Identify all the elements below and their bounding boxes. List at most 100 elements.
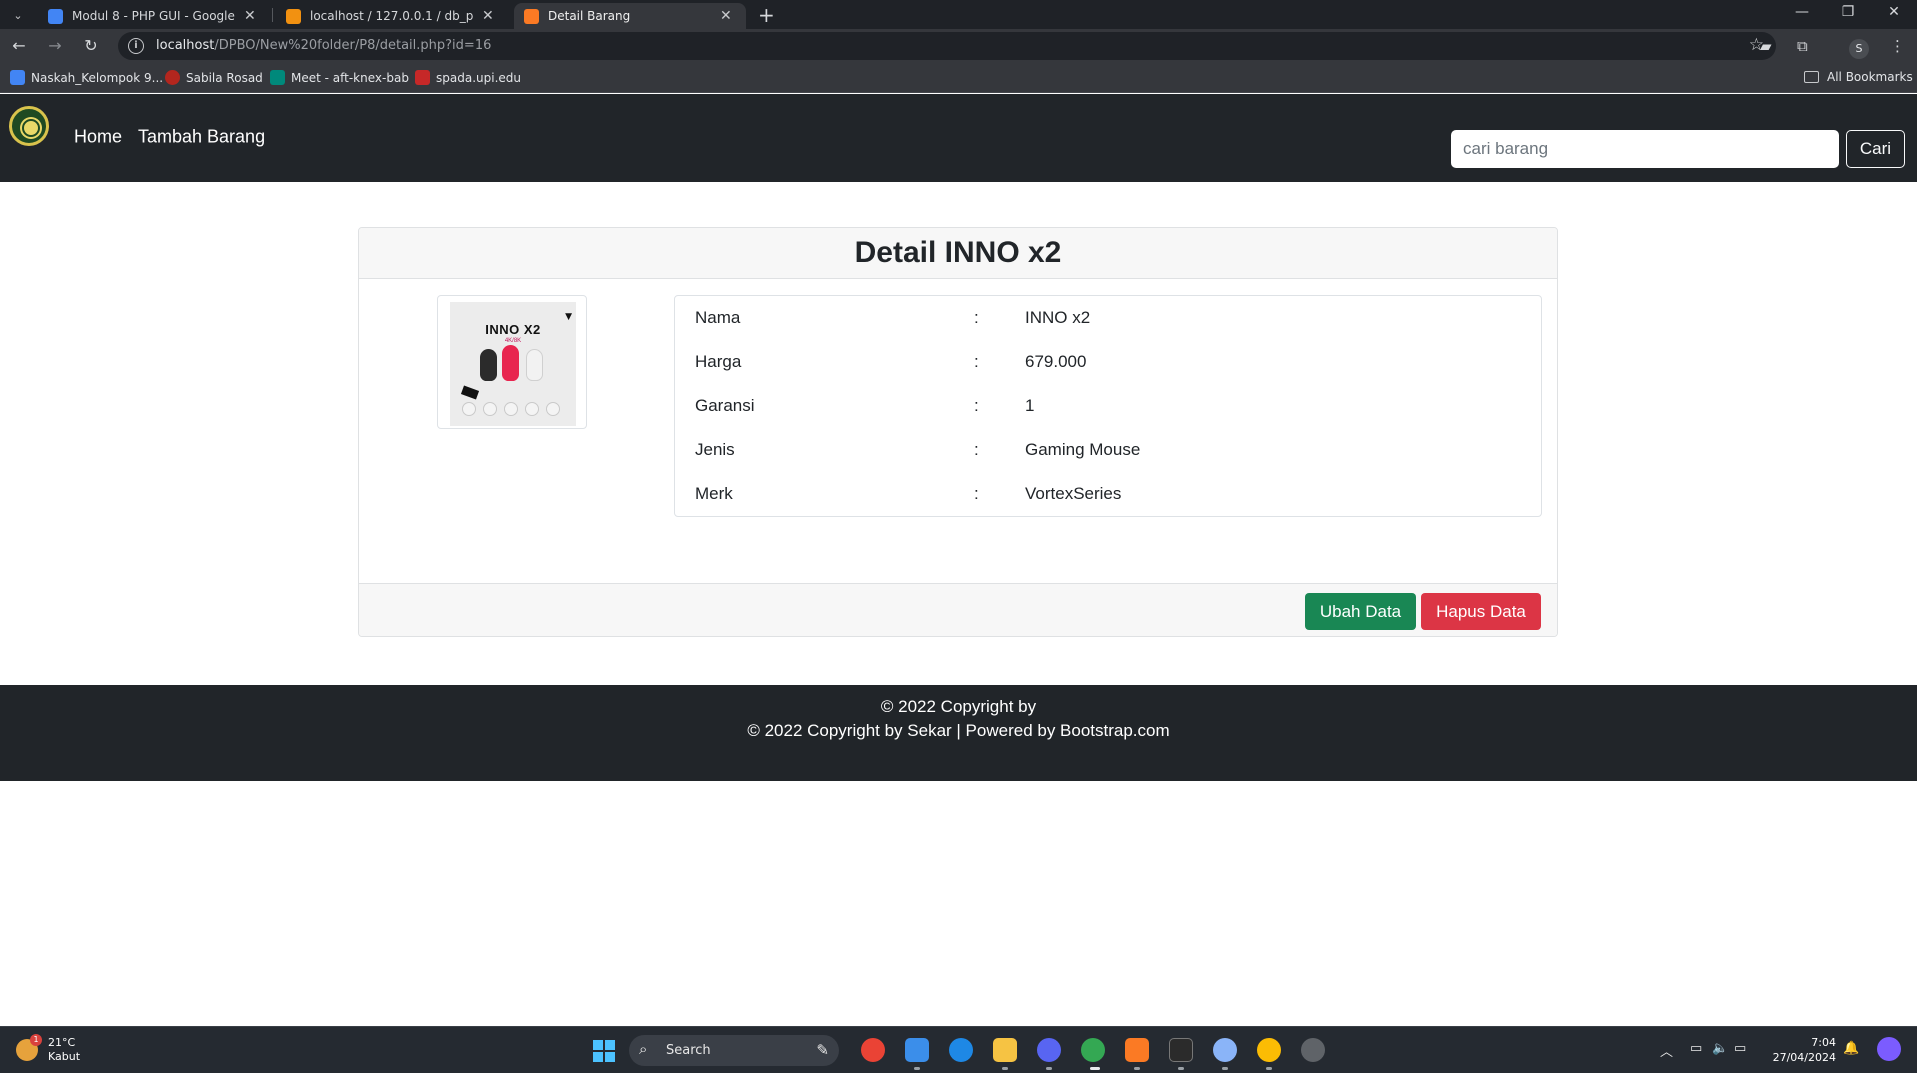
- xampp-app-icon[interactable]: [1125, 1038, 1149, 1062]
- row-value: 679.000: [1025, 352, 1087, 371]
- white-mouse-graphic: [526, 349, 543, 381]
- start-windows-icon[interactable]: [593, 1040, 615, 1062]
- bookmark-naskah[interactable]: Naskah_Kelompok 9...: [10, 70, 163, 85]
- url-text[interactable]: localhost/DPBO/New%20folder/P8/detail.ph…: [156, 38, 491, 53]
- bookmark-favicon-icon: [165, 70, 180, 85]
- url-path: /DPBO/New%20folder/P8/detail.php?id=16: [214, 38, 492, 53]
- copilot-icon[interactable]: [1877, 1037, 1901, 1061]
- detail-table: Nama : INNO x2 Harga : 679.000 Garansi :…: [674, 295, 1542, 517]
- site-footer: © 2022 Copyright by © 2022 Copyright by …: [0, 685, 1917, 781]
- browser-tab-google-docs[interactable]: Modul 8 - PHP GUI - Google Do ✕: [38, 3, 266, 29]
- bookmark-sabila[interactable]: Sabila Rosad: [165, 70, 263, 85]
- browser-tab-detail-barang[interactable]: Detail Barang ✕: [514, 3, 746, 29]
- dongle-graphic: [460, 385, 480, 400]
- running-indicator: [1134, 1067, 1140, 1070]
- chrome-alt-app-icon[interactable]: [1257, 1038, 1281, 1062]
- extension-icon[interactable]: ▰: [1760, 37, 1772, 55]
- url-host: localhost: [156, 38, 215, 53]
- close-tab-icon[interactable]: ✕: [482, 8, 494, 24]
- chrome-profile-app-icon[interactable]: [1081, 1038, 1105, 1062]
- restore-window-icon[interactable]: ❐: [1828, 4, 1868, 20]
- table-row: Merk : VortexSeries: [675, 472, 1541, 516]
- phpmyadmin-favicon-icon: [286, 8, 301, 24]
- tab-search-chevron-icon[interactable]: ⌄: [8, 5, 28, 25]
- browser-tab-phpmyadmin[interactable]: localhost / 127.0.0.1 / db_periph ✕: [276, 3, 504, 29]
- spada-bookmark-icon: [415, 70, 430, 85]
- volume-icon[interactable]: 🔈: [1712, 1041, 1728, 1056]
- settings-gear-icon[interactable]: [1213, 1038, 1237, 1062]
- active-indicator: [1090, 1067, 1100, 1070]
- notification-bell-icon[interactable]: 🔔: [1843, 1041, 1859, 1056]
- card-footer: Ubah Data Hapus Data: [359, 583, 1557, 636]
- taskbar-search-label: Search: [666, 1043, 711, 1058]
- battery-icon[interactable]: ▭: [1734, 1041, 1746, 1056]
- taskbar-clock[interactable]: 7:04 27/04/2024: [1762, 1035, 1836, 1065]
- browser-tab-strip: ⌄ Modul 8 - PHP GUI - Google Do ✕ localh…: [0, 0, 1917, 29]
- image-triangle-icon: ▼: [565, 312, 572, 322]
- running-indicator: [1002, 1067, 1008, 1070]
- row-separator: :: [974, 484, 979, 503]
- address-bar[interactable]: i localhost/DPBO/New%20folder/P8/detail.…: [118, 32, 1776, 60]
- feature-badge-icon: [525, 402, 539, 416]
- minimize-window-icon[interactable]: —: [1782, 4, 1822, 20]
- black-mouse-graphic: [480, 349, 497, 381]
- reload-icon[interactable]: ↻: [80, 35, 102, 57]
- table-row: Nama : INNO x2: [675, 296, 1541, 340]
- weather-desc: Kabut: [48, 1050, 81, 1063]
- row-value: Gaming Mouse: [1025, 440, 1141, 459]
- close-tab-icon[interactable]: ✕: [720, 8, 732, 24]
- search-icon: ⌕: [639, 1040, 648, 1058]
- file-explorer-app-icon[interactable]: [993, 1038, 1017, 1062]
- footer-credit-line: © 2022 Copyright by Sekar | Powered by B…: [747, 721, 1170, 740]
- edit-data-button[interactable]: Ubah Data: [1305, 593, 1416, 630]
- close-window-icon[interactable]: ✕: [1874, 4, 1914, 20]
- browser-menu-icon[interactable]: ⋮: [1890, 37, 1905, 55]
- feature-badge-icon: [483, 402, 497, 416]
- back-arrow-icon[interactable]: ←: [8, 35, 30, 57]
- media-player-app-icon[interactable]: [1301, 1038, 1325, 1062]
- product-image-frame: INNO X2 4K/8K ▼: [437, 295, 587, 429]
- show-hidden-icons-chevron-icon[interactable]: ︿: [1660, 1041, 1673, 1060]
- bookmark-label: spada.upi.edu: [436, 70, 521, 85]
- page-title: Detail INNO x2: [854, 236, 1062, 269]
- chrome-app-icon[interactable]: [861, 1038, 885, 1062]
- bookmark-spada[interactable]: spada.upi.edu: [415, 70, 521, 85]
- weather-widget[interactable]: 21°C Kabut: [48, 1036, 80, 1064]
- close-tab-icon[interactable]: ✕: [244, 8, 256, 24]
- page-viewport: Home Tambah Barang Cari Detail INNO x2 I…: [0, 94, 1917, 1026]
- bookmark-label: Meet - aft-knex-bab: [291, 70, 409, 85]
- site-info-icon[interactable]: i: [128, 38, 144, 54]
- weather-badge: 1: [30, 1034, 42, 1046]
- clock-date: 27/04/2024: [1772, 1051, 1836, 1064]
- nav-link-home[interactable]: Home: [74, 127, 122, 148]
- forward-arrow-icon[interactable]: →: [44, 35, 66, 57]
- site-logo[interactable]: [9, 106, 49, 146]
- meet-bookmark-icon: [270, 70, 285, 85]
- terminal-app-icon[interactable]: [1169, 1038, 1193, 1062]
- search-input[interactable]: [1451, 130, 1839, 168]
- delete-data-button[interactable]: Hapus Data: [1421, 593, 1541, 630]
- running-indicator: [1222, 1067, 1228, 1070]
- network-icon[interactable]: ▭: [1690, 1041, 1702, 1056]
- table-row: Harga : 679.000: [675, 340, 1541, 384]
- card-header: Detail INNO x2: [359, 228, 1557, 279]
- product-image-brand-text: INNO X2: [485, 322, 541, 337]
- nav-link-tambah-barang[interactable]: Tambah Barang: [138, 127, 265, 148]
- weather-temp: 21°C: [48, 1036, 76, 1049]
- search-button[interactable]: Cari: [1846, 130, 1905, 168]
- extensions-puzzle-icon[interactable]: ⧉: [1797, 37, 1808, 55]
- feature-badge-icon: [546, 402, 560, 416]
- feature-badge-icon: [504, 402, 518, 416]
- profile-avatar[interactable]: S: [1849, 39, 1869, 59]
- new-tab-plus-icon[interactable]: +: [758, 3, 775, 27]
- vscode-app-icon[interactable]: [905, 1038, 929, 1062]
- windows-taskbar: 1 21°C Kabut ⌕ Search ✎ ︿ ▭ 🔈 ▭ 7:04 27/…: [0, 1026, 1917, 1073]
- taskbar-search[interactable]: ⌕ Search ✎: [629, 1035, 839, 1066]
- discord-app-icon[interactable]: [1037, 1038, 1061, 1062]
- all-bookmarks[interactable]: All Bookmarks: [1804, 70, 1913, 84]
- edge-app-icon[interactable]: [949, 1038, 973, 1062]
- table-row: Jenis : Gaming Mouse: [675, 428, 1541, 472]
- row-separator: :: [974, 352, 979, 371]
- bookmark-meet[interactable]: Meet - aft-knex-bab: [270, 70, 409, 85]
- xampp-favicon-icon: [524, 8, 539, 24]
